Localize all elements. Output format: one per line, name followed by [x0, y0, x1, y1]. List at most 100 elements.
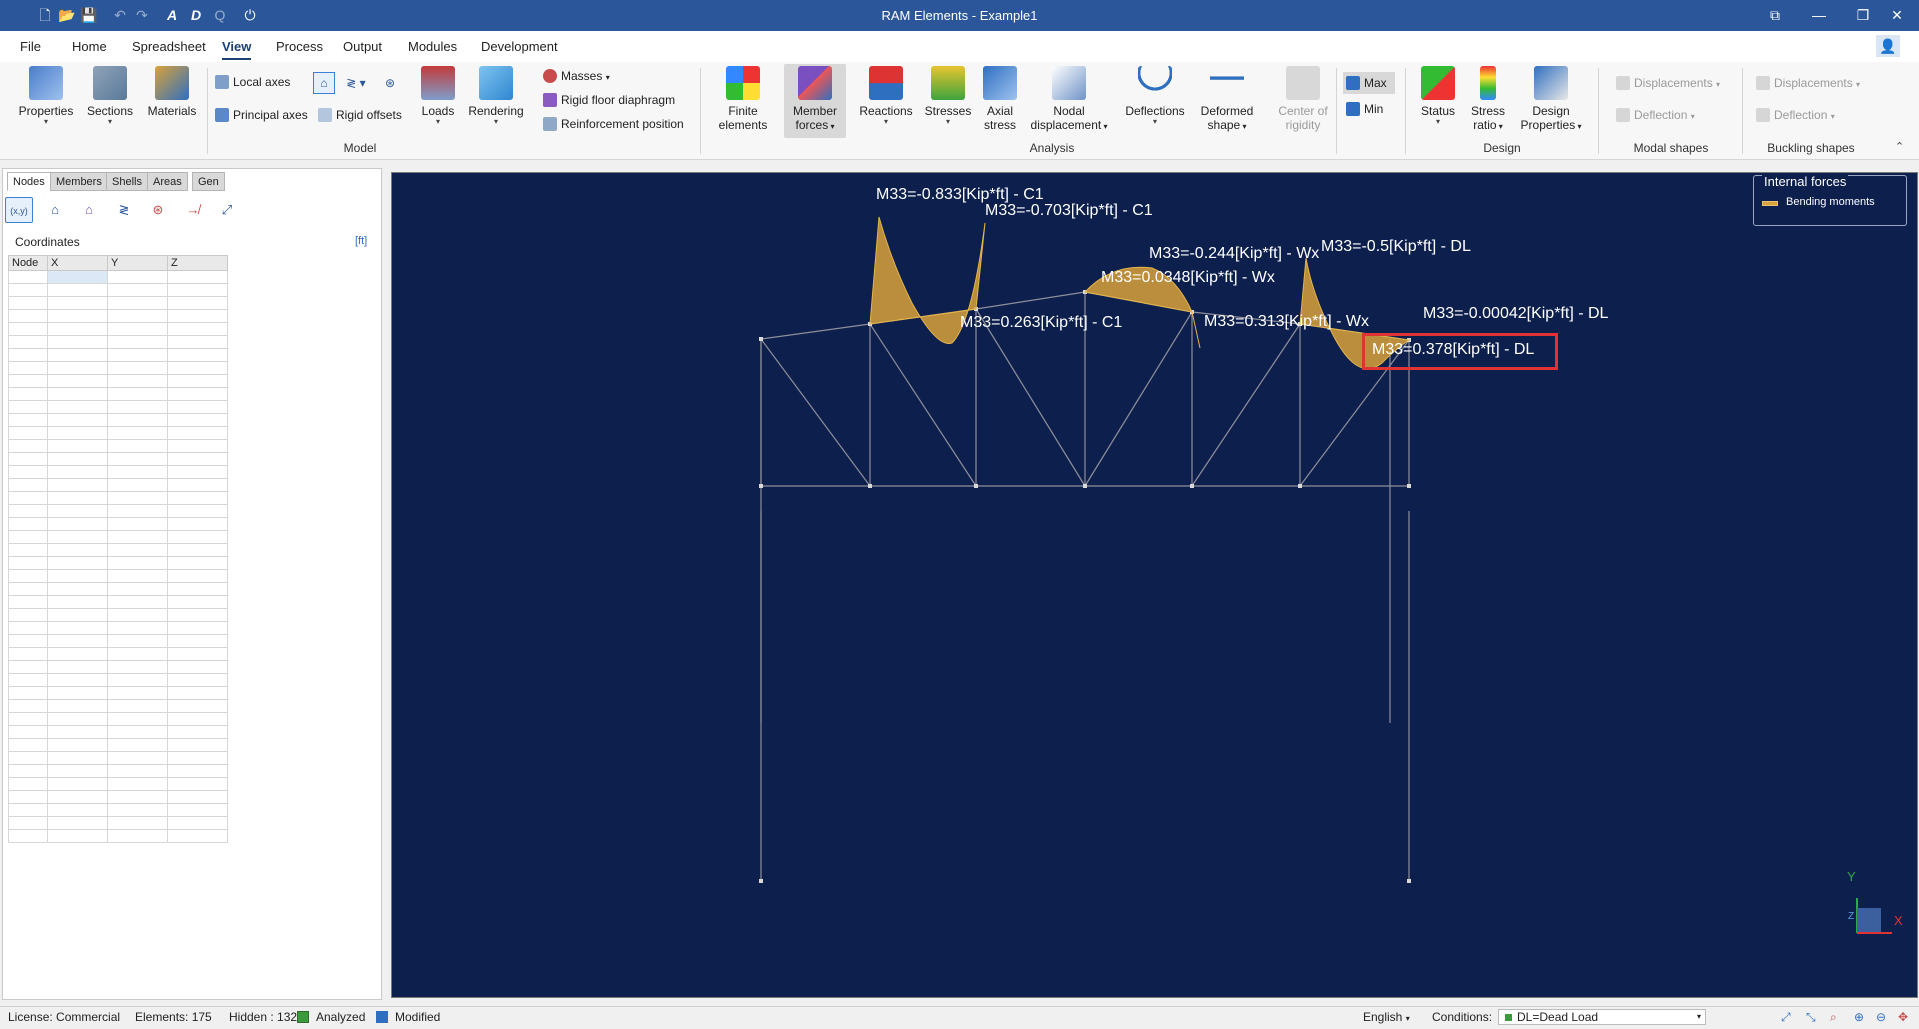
zoom-extents-icon[interactable]: ⤡ [1806, 1007, 1816, 1027]
table-cell[interactable] [8, 595, 48, 609]
table-cell[interactable] [107, 790, 168, 804]
table-cell[interactable] [167, 296, 228, 310]
table-cell[interactable] [107, 764, 168, 778]
table-cell[interactable] [107, 673, 168, 687]
table-cell[interactable] [107, 556, 168, 570]
table-cell[interactable] [8, 270, 48, 284]
table-cell[interactable] [8, 361, 48, 375]
axes-tool-icon[interactable]: ⤢ [213, 197, 241, 223]
table-cell[interactable] [107, 400, 168, 414]
table-cell[interactable] [47, 725, 108, 739]
table-cell[interactable] [8, 426, 48, 440]
table-cell[interactable] [167, 400, 228, 414]
member-forces-button[interactable]: Member forces ▾ [784, 64, 846, 138]
table-cell[interactable] [47, 400, 108, 414]
table-cell[interactable] [47, 738, 108, 752]
materials-button[interactable]: Materials [144, 66, 200, 118]
table-cell[interactable] [8, 413, 48, 427]
table-cell[interactable] [8, 387, 48, 401]
table-cell[interactable] [107, 595, 168, 609]
table-cell[interactable] [107, 452, 168, 466]
table-cell[interactable] [47, 465, 108, 479]
table-cell[interactable] [47, 452, 108, 466]
table-cell[interactable] [47, 699, 108, 713]
table-cell[interactable] [167, 491, 228, 505]
table-cell[interactable] [47, 595, 108, 609]
table-cell[interactable] [107, 530, 168, 544]
table-cell[interactable] [8, 400, 48, 414]
menu-view[interactable]: View [222, 31, 252, 62]
rigid-offsets-button[interactable]: Rigid offsets [318, 104, 402, 126]
table-cell[interactable] [8, 621, 48, 635]
table-cell[interactable] [47, 504, 108, 518]
ribbon-display-icon[interactable]: ⧉ [1753, 0, 1797, 31]
table-cell[interactable] [167, 335, 228, 349]
release-view-icon[interactable]: ⊛ [379, 72, 401, 94]
table-cell[interactable] [167, 738, 228, 752]
table-cell[interactable] [8, 673, 48, 687]
table-cell[interactable] [8, 491, 48, 505]
reinforcement-position-button[interactable]: Reinforcement position [543, 113, 684, 135]
rigid-floor-diaphragm-button[interactable]: Rigid floor diaphragm [543, 89, 675, 111]
table-cell[interactable] [47, 413, 108, 427]
table-cell[interactable] [167, 504, 228, 518]
table-cell[interactable] [8, 556, 48, 570]
stress-ratio-button[interactable]: Stress ratio ▾ [1466, 66, 1510, 134]
table-cell[interactable] [47, 426, 108, 440]
table-cell[interactable] [167, 686, 228, 700]
table-cell[interactable] [47, 530, 108, 544]
zoom-out-icon[interactable]: ⊖ [1876, 1007, 1886, 1027]
table-cell[interactable] [107, 543, 168, 557]
table-cell[interactable] [8, 530, 48, 544]
table-cell[interactable] [8, 608, 48, 622]
close-button[interactable]: ✕ [1875, 0, 1919, 31]
table-cell[interactable] [107, 413, 168, 427]
table-cell[interactable] [47, 660, 108, 674]
table-cell[interactable] [8, 439, 48, 453]
table-cell[interactable] [107, 777, 168, 791]
table-cell[interactable] [107, 387, 168, 401]
table-cell[interactable] [167, 634, 228, 648]
table-cell[interactable] [47, 517, 108, 531]
unit-label[interactable]: [ft] [355, 235, 367, 247]
table-cell[interactable] [8, 582, 48, 596]
table-cell[interactable] [107, 582, 168, 596]
table-cell[interactable] [107, 374, 168, 388]
table-cell[interactable] [47, 764, 108, 778]
table-cell[interactable] [8, 478, 48, 492]
table-cell[interactable] [167, 517, 228, 531]
modal-displacements-button[interactable]: Displacements ▾ [1616, 72, 1720, 94]
table-cell[interactable] [107, 634, 168, 648]
local-axes-button[interactable]: Local axes [215, 71, 290, 93]
coordinates-tool[interactable]: (x,y) [5, 197, 33, 223]
springs-tool-icon[interactable]: ≷ [110, 197, 138, 223]
conditions-dropdown[interactable]: DL=Dead Load ▾ [1498, 1009, 1706, 1025]
table-cell[interactable] [107, 426, 168, 440]
table-cell[interactable] [8, 790, 48, 804]
menu-file[interactable]: File [20, 31, 41, 62]
table-cell[interactable] [107, 829, 168, 843]
table-cell[interactable] [167, 608, 228, 622]
table-cell[interactable] [47, 322, 108, 336]
zoom-window-icon[interactable]: ⌕ [1830, 1007, 1837, 1027]
table-cell[interactable] [8, 465, 48, 479]
table-cell[interactable] [8, 647, 48, 661]
table-cell[interactable] [167, 361, 228, 375]
table-cell[interactable] [47, 335, 108, 349]
table-cell[interactable] [47, 556, 108, 570]
table-cell[interactable] [167, 829, 228, 843]
restraints-tool-icon[interactable]: ⌂ [75, 197, 103, 223]
table-cell[interactable] [167, 348, 228, 362]
table-cell[interactable] [107, 309, 168, 323]
deformed-shape-button[interactable]: Deformed shape ▾ [1196, 66, 1258, 134]
column-header-node[interactable]: Node [8, 255, 48, 271]
tab-areas[interactable]: Areas [147, 172, 188, 191]
table-cell[interactable] [167, 803, 228, 817]
table-cell[interactable] [167, 426, 228, 440]
table-cell[interactable] [107, 478, 168, 492]
table-cell[interactable] [167, 595, 228, 609]
table-cell[interactable] [8, 374, 48, 388]
table-cell[interactable] [167, 270, 228, 284]
table-cell[interactable] [47, 569, 108, 583]
minimize-button[interactable]: — [1797, 0, 1841, 31]
